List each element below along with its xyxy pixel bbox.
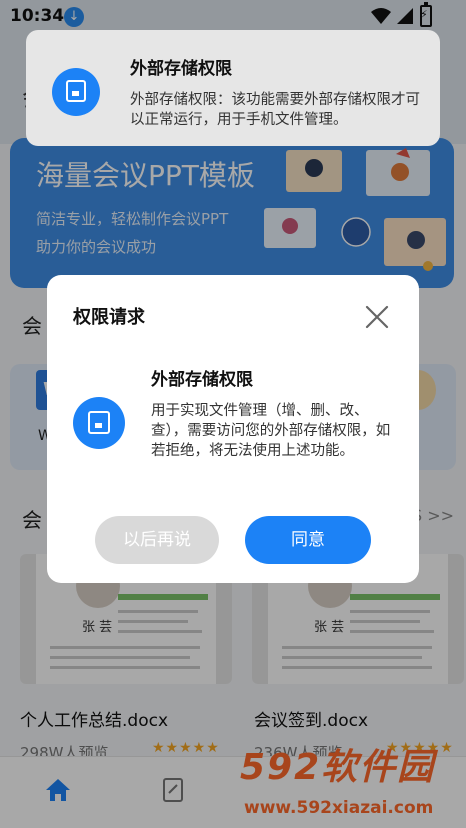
permission-notification: 外部存储权限 外部存储权限：该功能需要外部存储权限才可以正常运行，用于手机文件管…: [26, 30, 440, 146]
permission-title: 外部存储权限: [151, 370, 253, 390]
agree-button[interactable]: 同意: [245, 516, 371, 564]
close-icon[interactable]: [363, 303, 391, 331]
folder-icon: [73, 397, 125, 449]
notification-body: 外部存储权限：该功能需要外部存储权限才可以正常运行，用于手机文件管理。: [130, 92, 420, 128]
later-button[interactable]: 以后再说: [95, 516, 219, 564]
permission-description: 用于实现文件管理（增、删、改、查），需要访问您的外部存储权限，如若拒绝，将无法使…: [151, 403, 391, 459]
notification-title: 外部存储权限: [130, 59, 232, 79]
dialog-title: 权限请求: [73, 307, 145, 328]
folder-icon: [52, 68, 100, 116]
permission-dialog: 权限请求 外部存储权限 用于实现文件管理（增、删、改、查），需要访问您的外部存储…: [47, 275, 419, 583]
